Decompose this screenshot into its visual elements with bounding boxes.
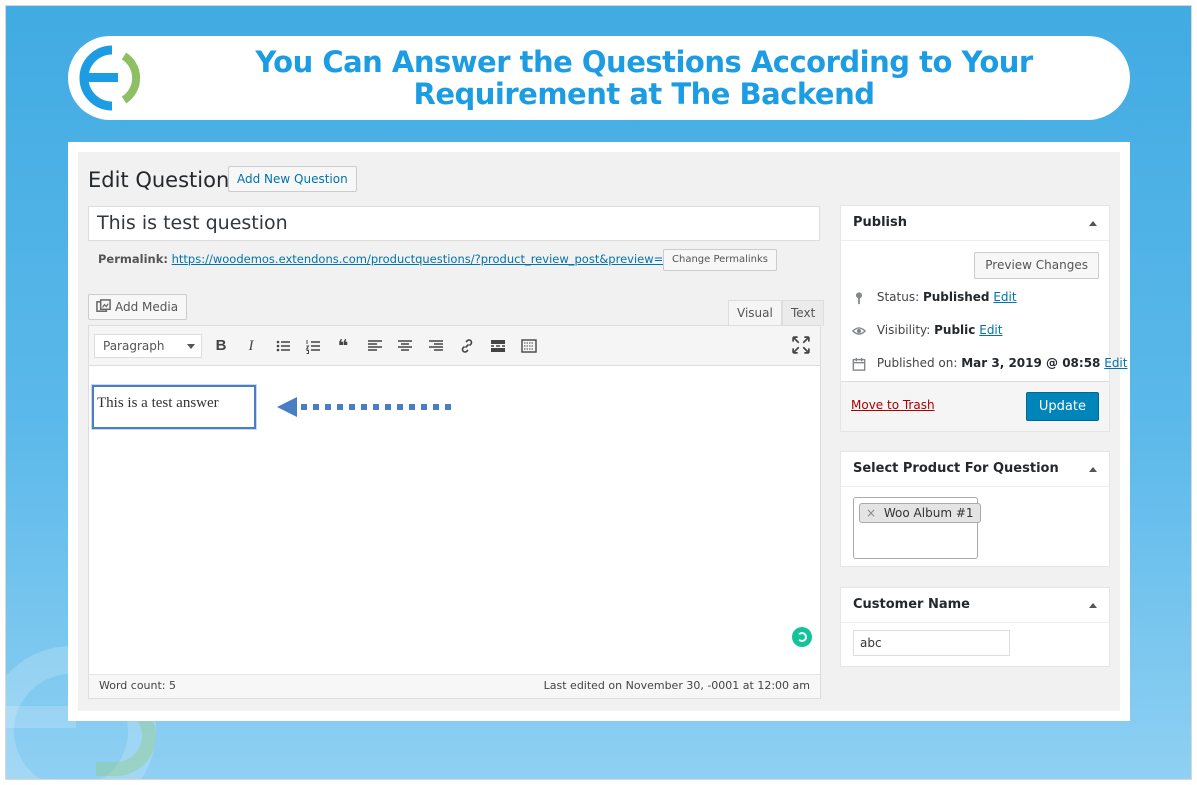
status-value: Published <box>922 290 990 304</box>
arrow-left-icon <box>277 397 451 417</box>
collapse-arrow-icon[interactable] <box>1089 467 1097 472</box>
status-row: Status: Published Edit <box>851 290 1017 305</box>
visibility-row: Visibility: Public Edit <box>851 323 1002 338</box>
page-title: Edit Question <box>88 168 230 192</box>
editor-status-bar: Word count: 5 Last edited on November 30… <box>89 674 820 698</box>
product-tag-label: Woo Album #1 <box>883 506 974 520</box>
tab-text[interactable]: Text <box>782 300 825 326</box>
add-media-button[interactable]: Add Media <box>88 294 188 320</box>
wp-admin-page: Edit Question Add New Question This is t… <box>78 152 1127 711</box>
answer-text[interactable]: This is a test answer <box>97 395 219 412</box>
edit-date-link[interactable]: Edit <box>1104 356 1127 370</box>
customer-name-box: Customer Name abc <box>840 587 1110 667</box>
toolbar-toggle-icon[interactable] <box>519 336 539 356</box>
numbered-list-icon[interactable] <box>303 336 323 356</box>
remove-tag-icon[interactable]: × <box>866 506 876 520</box>
select-product-box-header[interactable]: Select Product For Question <box>841 452 1109 487</box>
add-new-question-button[interactable]: Add New Question <box>228 166 357 192</box>
permalink-row: Permalink: https://woodemos.extendons.co… <box>98 252 687 266</box>
customer-name-input[interactable]: abc <box>853 630 1010 656</box>
select-product-box: Select Product For Question × Woo Album … <box>840 451 1110 567</box>
align-right-icon[interactable] <box>426 336 446 356</box>
collapse-arrow-icon[interactable] <box>1089 221 1097 226</box>
format-select[interactable]: Paragraph <box>94 334 202 358</box>
select-product-box-title: Select Product For Question <box>853 461 1059 476</box>
visibility-label: Visibility: <box>876 323 931 337</box>
link-icon[interactable] <box>457 336 477 356</box>
edit-visibility-link[interactable]: Edit <box>979 323 1002 337</box>
move-to-trash-link[interactable]: Move to Trash <box>851 398 935 412</box>
chevron-down-icon <box>187 344 195 349</box>
bullet-list-icon[interactable] <box>273 336 293 356</box>
preview-changes-button[interactable]: Preview Changes <box>974 252 1099 279</box>
editor-toolbar: Paragraph B I ❝ <box>89 326 820 366</box>
publish-box-header[interactable]: Publish <box>841 206 1109 241</box>
calendar-icon <box>852 357 866 371</box>
grammarly-icon[interactable] <box>792 627 812 647</box>
customer-name-box-header[interactable]: Customer Name <box>841 588 1109 623</box>
bold-icon[interactable]: B <box>211 336 231 356</box>
collapse-arrow-icon[interactable] <box>1089 603 1097 608</box>
product-multiselect[interactable]: × Woo Album #1 <box>853 497 981 559</box>
read-more-icon[interactable] <box>488 336 508 356</box>
banner-title-line-1: You Can Answer the Questions According t… <box>255 45 1033 79</box>
published-on-label: Published on: <box>876 356 958 370</box>
add-media-icon <box>96 299 111 312</box>
promo-banner: You Can Answer the Questions According t… <box>68 36 1130 120</box>
word-count: Word count: 5 <box>99 679 177 692</box>
editor-content-area[interactable]: This is a test answer <box>89 367 820 675</box>
banner-title: You Can Answer the Questions According t… <box>178 46 1110 110</box>
publish-box-title: Publish <box>853 215 907 230</box>
screenshot-panel: Edit Question Add New Question This is t… <box>68 142 1130 721</box>
visibility-value: Public <box>934 323 976 337</box>
pin-icon <box>855 291 863 304</box>
publish-actions: Move to Trash Update <box>841 381 1109 431</box>
question-title-input[interactable]: This is test question <box>88 206 820 241</box>
fullscreen-icon[interactable] <box>792 336 810 354</box>
product-tag: × Woo Album #1 <box>859 503 981 523</box>
banner-title-line-2: Requirement at The Backend <box>413 77 875 111</box>
publish-box: Publish Preview Changes Status: Publishe… <box>840 205 1127 432</box>
last-edited: Last edited on November 30, -0001 at 12:… <box>543 679 810 692</box>
published-on-row: Published on: Mar 3, 2019 @ 08:58 Edit <box>851 356 1127 371</box>
align-center-icon[interactable] <box>395 336 415 356</box>
update-button[interactable]: Update <box>1025 392 1099 421</box>
italic-icon[interactable]: I <box>241 336 261 356</box>
permalink-label: Permalink: <box>98 252 168 266</box>
eye-icon <box>851 326 867 335</box>
status-label: Status: <box>876 290 920 304</box>
edit-status-link[interactable]: Edit <box>993 290 1016 304</box>
blockquote-icon[interactable]: ❝ <box>333 336 353 356</box>
align-left-icon[interactable] <box>365 336 385 356</box>
decorative-logo-bar <box>6 706 76 728</box>
add-media-label: Add Media <box>115 300 179 314</box>
customer-name-box-title: Customer Name <box>853 597 970 612</box>
format-select-value: Paragraph <box>103 339 165 353</box>
permalink-link[interactable]: https://woodemos.extendons.com/productqu… <box>172 252 687 266</box>
change-permalinks-button[interactable]: Change Permalinks <box>663 249 777 271</box>
extendons-logo-icon <box>76 42 148 114</box>
tab-visual[interactable]: Visual <box>728 300 782 326</box>
published-on-value: Mar 3, 2019 @ 08:58 <box>961 356 1101 370</box>
content-editor: Paragraph B I ❝ This is a test answer Wo… <box>88 325 821 699</box>
